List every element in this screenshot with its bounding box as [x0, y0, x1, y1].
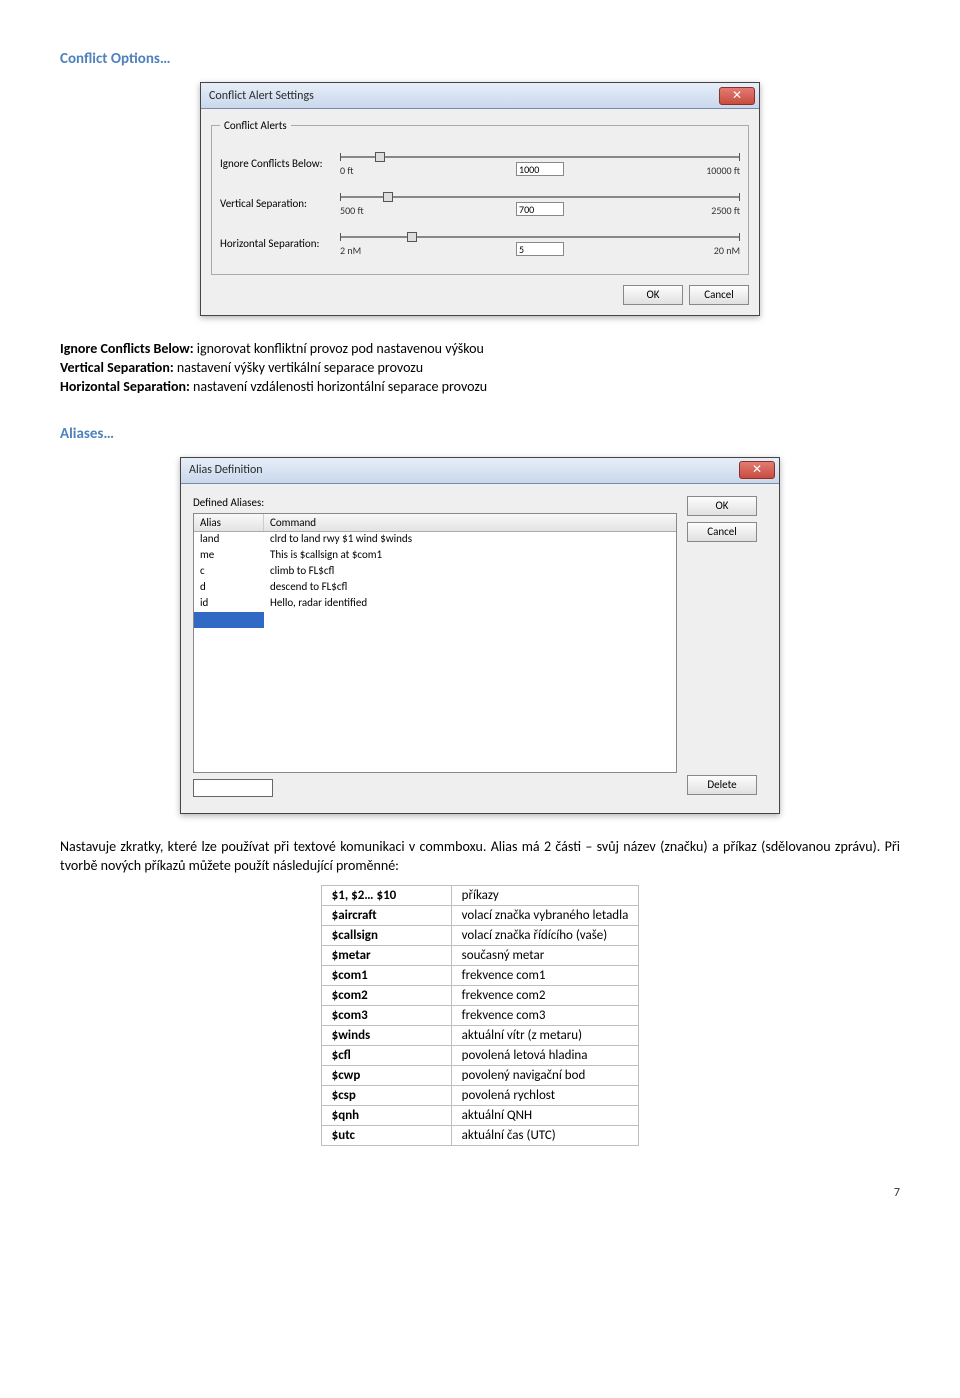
slider-min: 2 nM — [340, 244, 361, 257]
table-row: $com2frekvence com2 — [321, 986, 639, 1006]
slider-value-input[interactable]: 5 — [516, 242, 564, 256]
label-bold: Horizontal Separation: — [60, 378, 190, 395]
slider-max: 20 nM — [714, 244, 740, 257]
col-alias[interactable]: Alias — [194, 514, 264, 531]
slider-label: Horizontal Separation: — [220, 237, 340, 250]
slider-max: 10000 ft — [706, 164, 740, 177]
table-row[interactable]: idHello, radar identified — [194, 596, 676, 612]
table-row[interactable] — [194, 612, 676, 628]
slider-label: Ignore Conflicts Below: — [220, 157, 340, 170]
horizontal-separation-row: Horizontal Separation: 2 nM 20 nM 5 — [220, 226, 740, 260]
table-row: $utcaktuální čas (UTC) — [321, 1126, 639, 1146]
table-row: $metarsoučasný metar — [321, 946, 639, 966]
table-row: $csppovolená rychlost — [321, 1086, 639, 1106]
table-row: $1, $2… $10příkazy — [321, 886, 639, 906]
window-title-text: Conflict Alert Settings — [209, 89, 314, 103]
col-command[interactable]: Command — [264, 514, 676, 531]
paragraph-alias: Nastavuje zkratky, které lze používat př… — [60, 838, 900, 876]
slider-value-input[interactable]: 1000 — [516, 162, 564, 176]
label-desc: ignorovat konfliktní provoz pod nastaven… — [194, 340, 484, 357]
ok-button[interactable]: OK — [623, 285, 683, 305]
ok-button[interactable]: OK — [687, 496, 757, 516]
ignore-conflicts-slider[interactable]: 0 ft 10000 ft 1000 — [340, 148, 740, 178]
table-row[interactable]: ddescend to FL$cfl — [194, 580, 676, 596]
alias-name-input[interactable] — [193, 779, 273, 797]
ignore-conflicts-row: Ignore Conflicts Below: 0 ft 10000 ft 10… — [220, 146, 740, 180]
slider-label: Vertical Separation: — [220, 197, 340, 210]
conflict-alert-settings-window: Conflict Alert Settings ✕ Conflict Alert… — [200, 82, 760, 316]
close-icon[interactable]: ✕ — [719, 87, 755, 105]
page-number: 7 — [60, 1186, 900, 1200]
cancel-button[interactable]: Cancel — [687, 522, 757, 542]
table-row: $com1frekvence com1 — [321, 966, 639, 986]
variables-table: $1, $2… $10příkazy$aircraftvolací značka… — [321, 885, 640, 1146]
table-row: $com3frekvence com3 — [321, 1006, 639, 1026]
alias-table: Alias Command landclrd to land rwy $1 wi… — [193, 513, 677, 773]
table-row: $aircraftvolací značka vybraného letadla — [321, 906, 639, 926]
close-icon[interactable]: ✕ — [739, 461, 775, 479]
label-desc: nastavení vzdálenosti horizontální separ… — [190, 378, 487, 395]
vertical-separation-slider[interactable]: 500 ft 2500 ft 700 — [340, 188, 740, 218]
table-row: $windsaktuální vítr (z metaru) — [321, 1026, 639, 1046]
slider-min: 0 ft — [340, 164, 354, 177]
label-desc: nastavení výšky vertikální separace prov… — [174, 359, 423, 376]
table-row[interactable]: cclimb to FL$cfl — [194, 564, 676, 580]
slider-max: 2500 ft — [711, 204, 740, 217]
window-titlebar: Alias Definition ✕ — [181, 458, 779, 484]
window-title-text: Alias Definition — [189, 463, 263, 477]
defined-aliases-label: Defined Aliases: — [193, 496, 677, 509]
table-header: Alias Command — [194, 514, 676, 532]
table-row: $callsignvolací značka řídícího (vaše) — [321, 926, 639, 946]
window-titlebar: Conflict Alert Settings ✕ — [201, 83, 759, 109]
horizontal-separation-slider[interactable]: 2 nM 20 nM 5 — [340, 228, 740, 258]
table-row: $cwppovolený navigační bod — [321, 1066, 639, 1086]
vertical-separation-row: Vertical Separation: 500 ft 2500 ft 700 — [220, 186, 740, 220]
fieldset-legend: Conflict Alerts — [220, 119, 291, 132]
table-row: $qnhaktuální QNH — [321, 1106, 639, 1126]
delete-button[interactable]: Delete — [687, 775, 757, 795]
conflict-alerts-fieldset: Conflict Alerts Ignore Conflicts Below: … — [211, 119, 749, 275]
label-bold: Vertical Separation: — [60, 359, 174, 376]
heading-conflict-options: Conflict Options… — [60, 50, 900, 68]
table-row[interactable]: meThis is $callsign at $com1 — [194, 548, 676, 564]
table-row: $cflpovolená letová hladina — [321, 1046, 639, 1066]
alias-definition-window: Alias Definition ✕ Defined Aliases: Alia… — [180, 457, 780, 814]
label-bold: Ignore Conflicts Below: — [60, 340, 194, 357]
slider-value-input[interactable]: 700 — [516, 202, 564, 216]
cancel-button[interactable]: Cancel — [689, 285, 749, 305]
heading-aliases: Aliases… — [60, 425, 900, 443]
table-row[interactable]: landclrd to land rwy $1 wind $winds — [194, 532, 676, 548]
paragraph: Ignore Conflicts Below: ignorovat konfli… — [60, 340, 900, 397]
slider-min: 500 ft — [340, 204, 364, 217]
